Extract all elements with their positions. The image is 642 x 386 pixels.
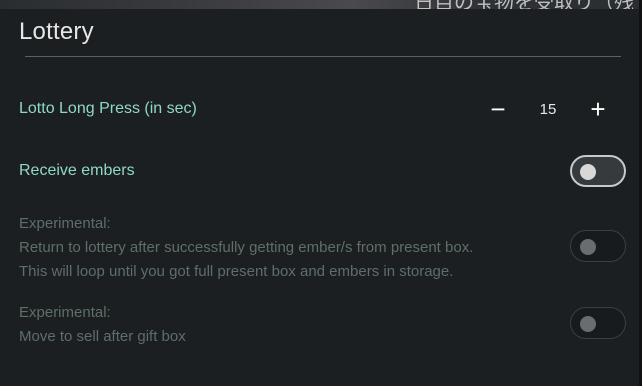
experimental-label: Experimental: [19, 215, 111, 232]
lotto-long-press-value: 15 [539, 101, 557, 118]
section-divider [25, 56, 621, 57]
move-to-sell-text: Move to sell after gift box [19, 328, 186, 345]
background-caption: 日目の宝物を受取り（残 [414, 0, 634, 9]
lotto-long-press-label: Lotto Long Press (in sec) [19, 100, 197, 117]
experimental-label: Experimental: [19, 304, 111, 321]
toggle-knob [580, 239, 596, 255]
settings-panel: 日目の宝物を受取り（残 Lottery Lotto Long Press (in… [0, 0, 642, 386]
toggle-knob [580, 316, 596, 332]
toggle-knob [580, 164, 596, 180]
lotto-long-press-stepper: − 15 + [484, 96, 612, 124]
increment-button[interactable]: + [584, 96, 612, 124]
return-to-lottery-note: This will loop until you got full presen… [19, 263, 454, 280]
move-to-sell-toggle[interactable] [570, 307, 626, 339]
receive-embers-toggle[interactable] [570, 155, 626, 187]
return-to-lottery-toggle[interactable] [570, 230, 626, 262]
receive-embers-label: Receive embers [19, 162, 135, 179]
section-title: Lottery [19, 18, 94, 45]
return-to-lottery-text: Return to lottery after successfully get… [19, 239, 474, 256]
return-to-lottery-description: Experimental: Return to lottery after su… [19, 212, 473, 284]
move-to-sell-description: Experimental: Move to sell after gift bo… [19, 301, 186, 349]
background-image-strip: 日目の宝物を受取り（残 [0, 0, 642, 9]
decrement-button[interactable]: − [484, 96, 512, 124]
